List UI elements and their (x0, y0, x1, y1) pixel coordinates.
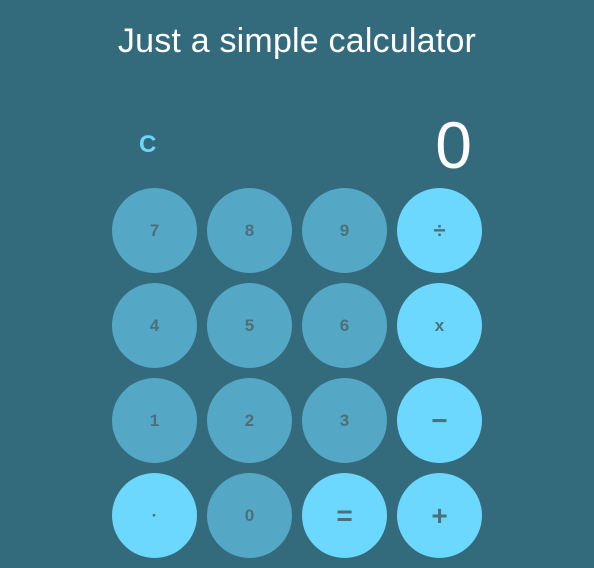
key-5-button[interactable]: 5 (207, 283, 292, 368)
key-8-button[interactable]: 8 (207, 188, 292, 273)
divide-button[interactable]: ÷ (397, 188, 482, 273)
key-0-button[interactable]: 0 (207, 473, 292, 558)
key-1-button[interactable]: 1 (112, 378, 197, 463)
multiply-button[interactable]: x (397, 283, 482, 368)
key-3-button[interactable]: 3 (302, 378, 387, 463)
key-6-button[interactable]: 6 (302, 283, 387, 368)
equals-button[interactable]: = (302, 473, 387, 558)
subtract-button[interactable]: − (397, 378, 482, 463)
page-title: Just a simple calculator (117, 22, 477, 60)
key-9-button[interactable]: 9 (302, 188, 387, 273)
key-7-button[interactable]: 7 (112, 188, 197, 273)
key-4-button[interactable]: 4 (112, 283, 197, 368)
decimal-button[interactable]: · (112, 473, 197, 558)
result-display: 0 (435, 108, 472, 182)
add-button[interactable]: + (397, 473, 482, 558)
key-2-button[interactable]: 2 (207, 378, 292, 463)
clear-button[interactable]: C (139, 131, 156, 159)
